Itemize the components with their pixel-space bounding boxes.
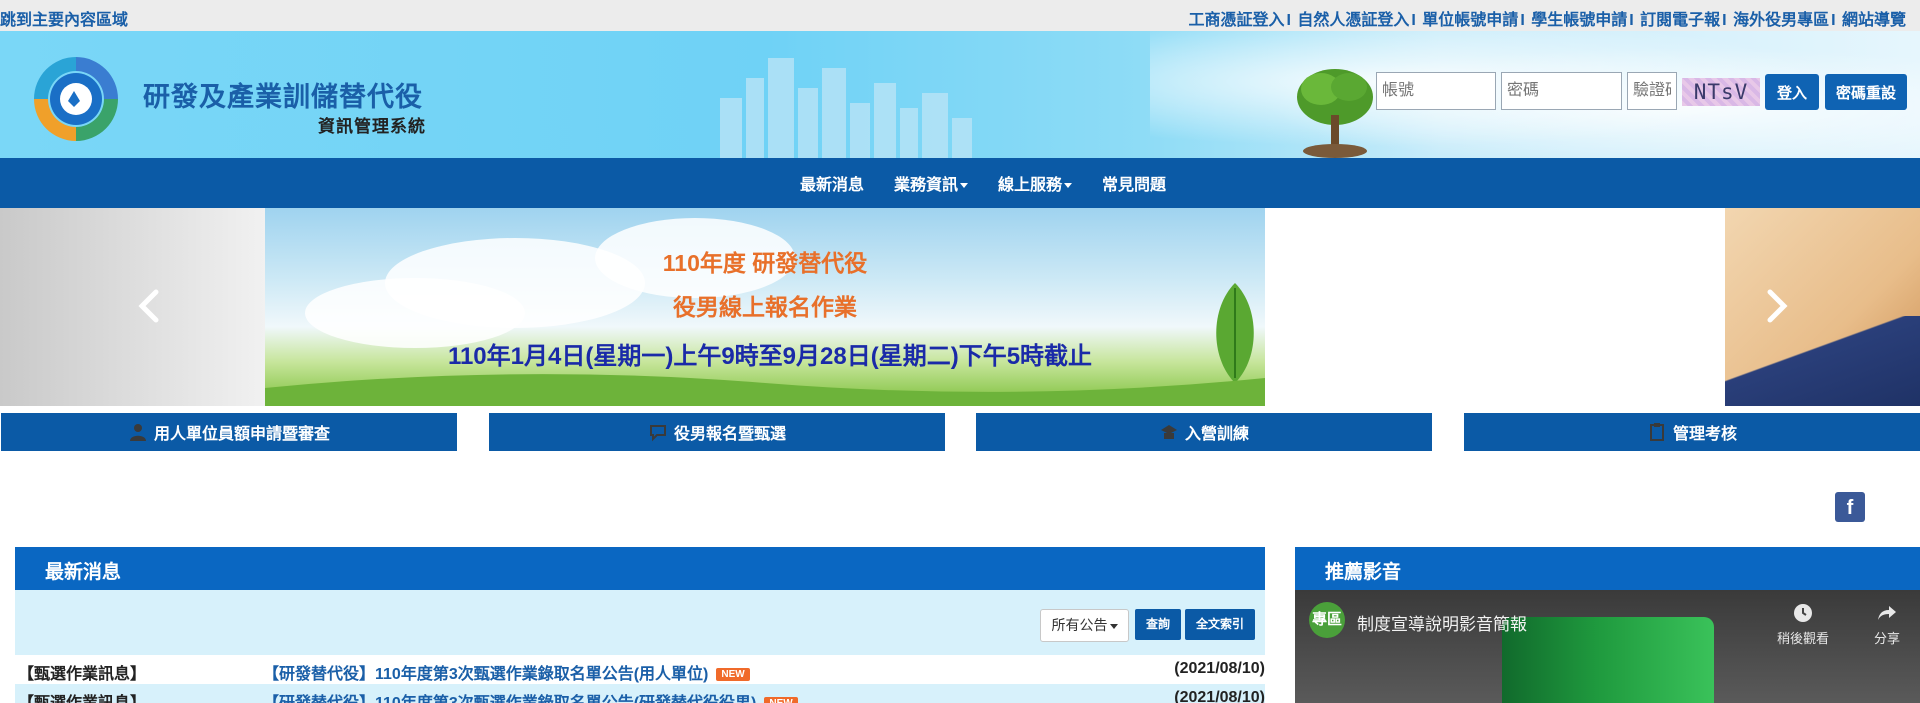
nav-items: 最新消息 業務資訊 線上服務 常見問題 xyxy=(800,158,1166,208)
separator: I xyxy=(1411,12,1416,29)
video-player[interactable]: 專區 制度宣導說明影音簡報 稍後觀看 分享 xyxy=(1295,590,1920,703)
account-input[interactable] xyxy=(1376,72,1496,110)
unit-account-apply-link[interactable]: 單位帳號申請 xyxy=(1422,12,1518,29)
corp-cert-login-link[interactable]: 工商憑証登入 xyxy=(1188,12,1284,29)
quick-link-label: 管理考核 xyxy=(1672,426,1737,443)
new-badge: NEW xyxy=(716,668,750,682)
nav-item-faq[interactable]: 常見問題 xyxy=(1102,171,1166,195)
tree-graphic xyxy=(1297,69,1373,158)
video-title[interactable]: 制度宣導說明影音簡報 xyxy=(1357,610,1527,635)
caret-down-icon xyxy=(1064,183,1073,189)
nav-item-label: 線上服務 xyxy=(998,177,1063,194)
site-subtitle: 資訊管理系統 xyxy=(318,117,426,136)
separator: I xyxy=(1520,12,1525,29)
utility-links: 工商憑証登入 I 自然人憑証登入 I 單位帳號申請 I 學生帳號申請 I 訂閱電子報 I … xyxy=(1188,6,1906,30)
quick-link-unit-quota[interactable]: 用人單位員額申請暨審查 xyxy=(1,413,457,451)
wave-graphic xyxy=(1725,316,1920,406)
news-row[interactable]: 【甄選作業訊息】 【研發替代役】110年度第3次甄選作業錄取名單公告(用人單位)… xyxy=(15,655,1265,684)
news-panel-header: 最新消息 xyxy=(15,547,1265,590)
quick-link-label: 役男報名暨甄選 xyxy=(673,426,786,443)
share-label: 分享 xyxy=(1873,631,1900,646)
clock-icon xyxy=(1794,604,1812,622)
nav-item-online-services[interactable]: 線上服務 xyxy=(998,171,1073,195)
caret-down-icon xyxy=(1109,623,1118,629)
login-button[interactable]: 登入 xyxy=(1765,74,1819,110)
quick-link-training[interactable]: 入營訓練 xyxy=(976,413,1432,451)
city-skyline-graphic xyxy=(720,58,972,158)
user-icon xyxy=(129,424,146,441)
current-slide[interactable]: 110年度 研發替代役 役男線上報名作業 110年1月4日(星期一)上午9時至9… xyxy=(265,208,1265,406)
share-icon xyxy=(1878,606,1896,620)
quick-link-assessment[interactable]: 管理考核 xyxy=(1464,413,1920,451)
slide-subheadline: 役男線上報名作業 xyxy=(673,294,857,320)
announcement-filter-select[interactable]: 所有公告 xyxy=(1040,609,1129,642)
separator: I xyxy=(1831,12,1836,29)
video-panel-header: 推薦影音 xyxy=(1295,547,1920,590)
next-slide-preview xyxy=(1725,208,1920,406)
hat-icon xyxy=(1160,425,1177,439)
news-row[interactable]: 【甄選作業訊息】 【研發替代役】110年度第3次甄選作業錄取名單公告(研發替代役… xyxy=(15,684,1265,703)
video-thumbnail xyxy=(1502,617,1714,703)
site-logo[interactable] xyxy=(28,51,124,147)
password-input[interactable] xyxy=(1501,72,1622,110)
channel-avatar[interactable]: 專區 xyxy=(1309,602,1345,638)
banner-carousel: 110年度 研發替代役 役男線上報名作業 110年1月4日(星期一)上午9時至9… xyxy=(0,208,1920,406)
nav-item-label: 常見問題 xyxy=(1102,177,1167,194)
main-nav: 最新消息 業務資訊 線上服務 常見問題 xyxy=(0,158,1920,208)
news-category: 【甄選作業訊息】 xyxy=(18,666,147,683)
slide-headline: 110年度 研發替代役 xyxy=(662,250,868,276)
separator: I xyxy=(1722,12,1727,29)
student-account-apply-link[interactable]: 學生帳號申請 xyxy=(1531,12,1627,29)
news-title-text: 【研發替代役】110年度第3次甄選作業錄取名單公告(研發替代役役男) xyxy=(263,695,756,703)
chat-icon xyxy=(649,425,666,442)
chevron-right-icon[interactable] xyxy=(1756,286,1796,326)
new-badge: NEW xyxy=(764,697,798,703)
facebook-icon[interactable]: f xyxy=(1835,492,1865,522)
utility-bar: 跳到主要內容區域 工商憑証登入 I 自然人憑証登入 I 單位帳號申請 I 學生帳號申請… xyxy=(0,0,1920,31)
fulltext-search-button[interactable]: 全文索引 xyxy=(1185,609,1255,640)
skip-to-content-link[interactable]: 跳到主要內容區域 xyxy=(0,6,128,30)
password-reset-button[interactable]: 密碼重設 xyxy=(1825,74,1907,110)
citizen-cert-login-link[interactable]: 自然人憑証登入 xyxy=(1297,12,1409,29)
separator: I xyxy=(1629,12,1634,29)
slide-date-text: 110年1月4日(星期一)上午9時至9月28日(星期二)下午5時截止 xyxy=(447,343,1093,370)
sitemap-link[interactable]: 網站導覽 xyxy=(1842,12,1906,29)
nav-item-label: 最新消息 xyxy=(800,177,865,194)
overseas-link[interactable]: 海外役男專區 xyxy=(1733,12,1829,29)
site-title: 研發及產業訓儲替代役 xyxy=(143,82,423,112)
chevron-left-icon[interactable] xyxy=(130,286,170,326)
watch-later-label: 稍後觀看 xyxy=(1776,631,1829,646)
nav-item-news[interactable]: 最新消息 xyxy=(800,171,864,195)
news-title-link[interactable]: 【研發替代役】110年度第3次甄選作業錄取名單公告(用人單位) NEW xyxy=(263,660,750,684)
filter-label: 所有公告 xyxy=(1051,617,1108,633)
nav-item-business-info[interactable]: 業務資訊 xyxy=(894,171,969,195)
news-date: (2021/08/10) xyxy=(1174,660,1265,677)
news-title-link[interactable]: 【研發替代役】110年度第3次甄選作業錄取名單公告(研發替代役役男) NEW xyxy=(263,689,798,703)
nav-item-label: 業務資訊 xyxy=(894,177,959,194)
quick-link-label: 用人單位員額申請暨審查 xyxy=(153,426,330,443)
share-button[interactable]: 分享 xyxy=(1857,602,1917,647)
news-category: 【甄選作業訊息】 xyxy=(18,689,146,703)
separator: I xyxy=(1286,12,1291,29)
newsletter-subscribe-link[interactable]: 訂閱電子報 xyxy=(1640,12,1720,29)
clipboard-icon xyxy=(1649,423,1664,441)
caret-down-icon xyxy=(960,183,969,189)
quick-link-label: 入營訓練 xyxy=(1184,426,1249,443)
news-date: (2021/08/10) xyxy=(1174,689,1265,703)
watch-later-button[interactable]: 稍後觀看 xyxy=(1773,602,1833,647)
search-button[interactable]: 查詢 xyxy=(1135,609,1181,640)
captcha-image[interactable]: NTsV xyxy=(1682,78,1760,106)
site-header: 研發及產業訓儲替代役 資訊管理系統 NTsV 登入 密碼重設 xyxy=(0,31,1920,158)
news-title-text: 【研發替代役】110年度第3次甄選作業錄取名單公告(用人單位) xyxy=(263,666,709,683)
quick-link-registration[interactable]: 役男報名暨甄選 xyxy=(489,413,945,451)
video-heading: 推薦影音 xyxy=(1325,562,1402,583)
captcha-input[interactable] xyxy=(1627,72,1677,110)
news-heading: 最新消息 xyxy=(45,562,122,583)
